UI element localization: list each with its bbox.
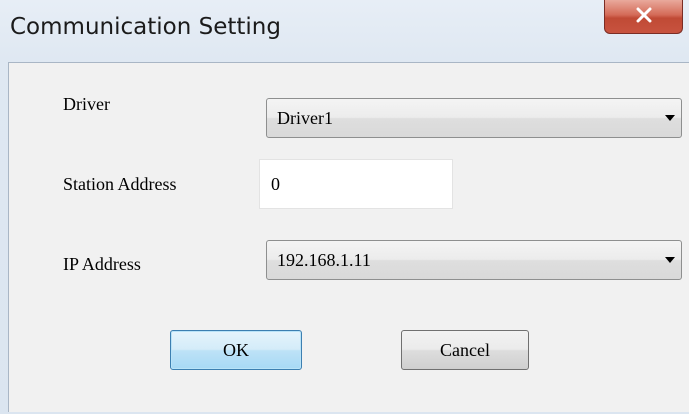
ok-button[interactable]: OK bbox=[170, 330, 302, 370]
communication-setting-dialog: Communication Setting Driver Driver1 Sta… bbox=[0, 0, 689, 414]
chevron-down-icon bbox=[665, 115, 675, 121]
close-icon bbox=[636, 7, 652, 23]
dialog-title: Communication Setting bbox=[10, 14, 281, 40]
ip-address-label: IP Address bbox=[63, 254, 141, 274]
station-address-field[interactable] bbox=[259, 159, 453, 209]
driver-dropdown[interactable]: Driver1 bbox=[266, 98, 682, 138]
driver-label: Driver bbox=[63, 94, 110, 114]
title-bar[interactable]: Communication Setting bbox=[0, 0, 689, 62]
close-button[interactable] bbox=[604, 0, 683, 34]
cancel-button[interactable]: Cancel bbox=[401, 330, 529, 370]
driver-selected-value: Driver1 bbox=[277, 108, 333, 128]
dialog-body: Driver Driver1 Station Address IP Addres… bbox=[8, 62, 689, 412]
ip-address-selected-value: 192.168.1.11 bbox=[277, 250, 371, 270]
station-address-label: Station Address bbox=[63, 174, 177, 194]
ip-address-dropdown[interactable]: 192.168.1.11 bbox=[266, 240, 682, 280]
chevron-down-icon bbox=[665, 257, 675, 263]
station-address-input[interactable] bbox=[260, 160, 452, 208]
